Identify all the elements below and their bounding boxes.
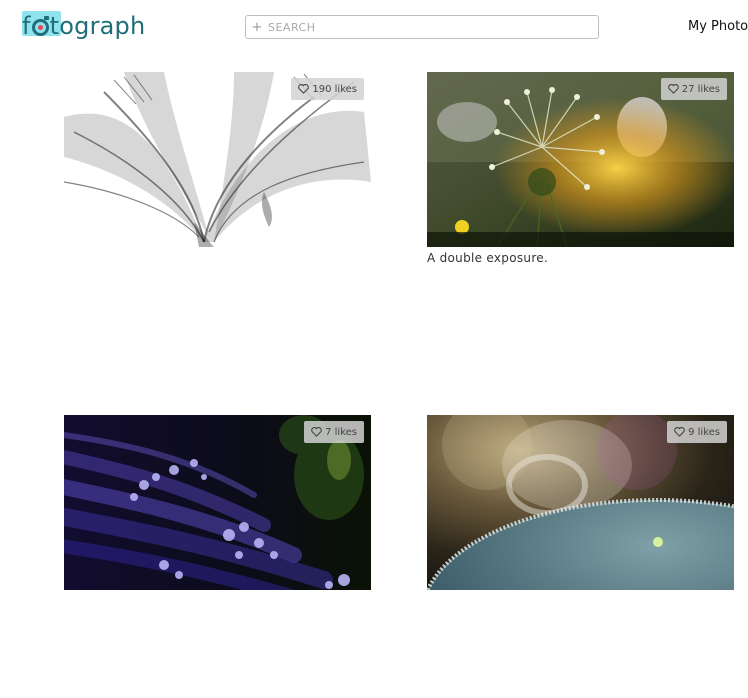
photo-card-frosty-sphere[interactable]: 9 likes [427, 415, 734, 590]
likes-badge[interactable]: 190 likes [291, 78, 364, 100]
search-input[interactable] [268, 17, 598, 37]
logo-text: tograph [49, 12, 146, 40]
likes-count: 9 likes [688, 426, 720, 438]
likes-badge[interactable]: 27 likes [660, 78, 727, 100]
likes-count: 27 likes [681, 83, 720, 95]
likes-badge[interactable]: 9 likes [667, 421, 727, 443]
heart-icon [298, 84, 310, 94]
heart-icon [667, 84, 679, 94]
likes-badge[interactable]: 7 likes [304, 421, 364, 443]
likes-count: 190 likes [312, 83, 357, 95]
photo-card-double-exposure[interactable]: 27 likes [427, 72, 734, 247]
nav-my-photos-container: My Photos [688, 15, 748, 39]
photo-caption: A double exposure. [427, 251, 549, 265]
camera-lens-icon [31, 15, 49, 36]
plus-icon: + [251, 19, 263, 35]
likes-count: 7 likes [325, 426, 357, 438]
heart-icon [311, 427, 322, 437]
photo-card-xray-lily[interactable]: 190 likes [64, 72, 371, 247]
logo[interactable]: f tograph [22, 10, 145, 42]
logo-letter-f: f [22, 12, 31, 40]
search-box[interactable]: + [245, 15, 599, 39]
heart-icon [674, 427, 685, 437]
nav-my-photos[interactable]: My Photos [688, 19, 748, 34]
photo-card-blue-flowers[interactable]: 7 likes [64, 415, 371, 590]
